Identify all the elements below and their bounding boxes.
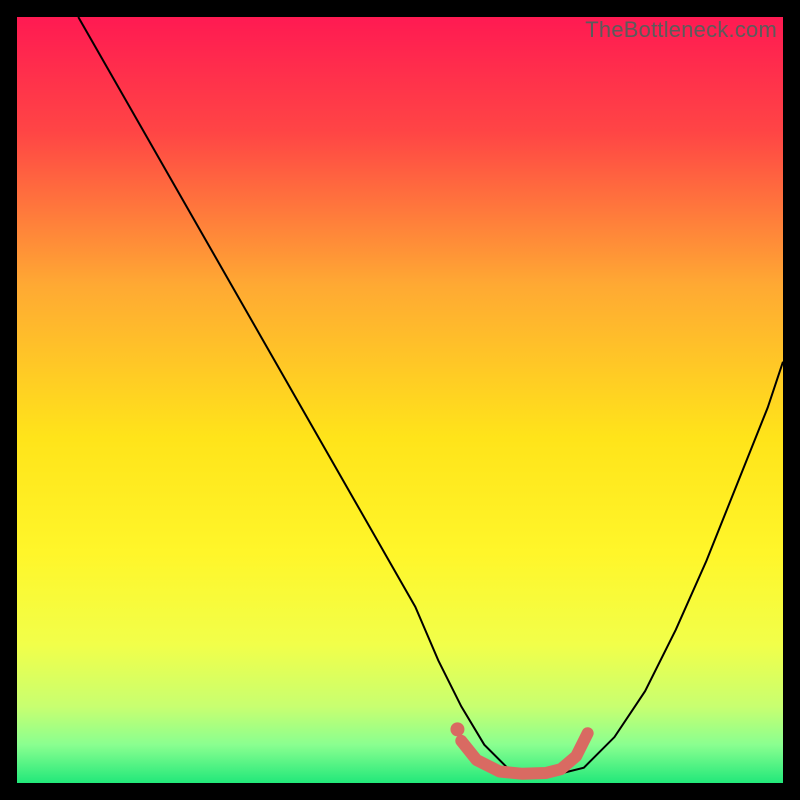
optimal-start-dot — [450, 722, 464, 736]
chart-svg — [17, 17, 783, 783]
watermark-text: TheBottleneck.com — [585, 17, 777, 43]
chart-frame: TheBottleneck.com — [17, 17, 783, 783]
chart-background — [17, 17, 783, 783]
